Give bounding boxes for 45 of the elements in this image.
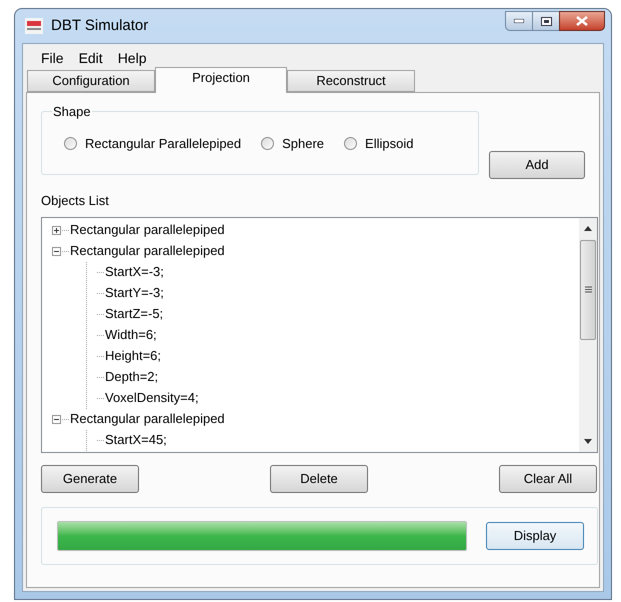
tree-item[interactable]: StartY=-3; (105, 283, 164, 303)
add-button[interactable]: Add (489, 151, 585, 179)
collapse-icon[interactable] (52, 246, 61, 256)
radio-button[interactable] (64, 137, 77, 150)
scrollbar[interactable] (579, 218, 597, 452)
menu-item[interactable]: File (35, 48, 70, 68)
tab[interactable]: Projection (155, 67, 287, 93)
tree-item[interactable]: Width=6; (105, 325, 157, 345)
radio-button[interactable] (261, 137, 274, 150)
scroll-up-icon[interactable] (584, 226, 592, 230)
tree-item[interactable]: StartZ=-5; (105, 304, 164, 324)
maximize-icon (540, 16, 552, 26)
action-button[interactable]: Delete (270, 464, 368, 492)
minimize-button[interactable] (505, 11, 533, 31)
collapse-icon[interactable] (52, 414, 61, 424)
close-button[interactable] (559, 11, 605, 31)
minimize-icon (514, 19, 524, 23)
menu-item[interactable]: Edit (72, 48, 109, 68)
tab[interactable]: Configuration (27, 70, 155, 92)
close-icon (576, 16, 588, 26)
radio-label[interactable]: Ellipsoid (365, 134, 414, 154)
radio-label[interactable]: Sphere (282, 134, 324, 154)
tree-item[interactable]: StartX=-3; (105, 262, 164, 282)
app-icon (25, 18, 43, 34)
action-button[interactable]: Generate (41, 464, 139, 492)
menu-item[interactable]: Help (112, 48, 152, 68)
tab[interactable]: Reconstruct (287, 70, 415, 92)
tree-item[interactable]: Height=6; (105, 346, 162, 366)
radio-button[interactable] (344, 137, 358, 150)
display-button[interactable]: Display (486, 522, 584, 550)
tree-item[interactable]: VoxelDensity=4; (105, 388, 199, 408)
expand-icon[interactable] (52, 226, 61, 234)
action-button[interactable]: Clear All (499, 464, 597, 492)
scroll-down-icon[interactable] (584, 438, 592, 444)
scroll-thumb[interactable] (580, 240, 596, 340)
tree-item[interactable]: Rectangular parallelepiped (70, 241, 225, 261)
radio-label[interactable]: Rectangular Parallelepiped (85, 134, 242, 154)
tree-item[interactable]: Rectangular parallelepiped (70, 220, 225, 240)
window-title: DBT Simulator (51, 16, 148, 36)
tree-item[interactable]: Depth=2; (105, 367, 158, 387)
objects-list-label: Objects List (41, 192, 110, 210)
grip-icon (584, 286, 592, 293)
maximize-button[interactable] (533, 11, 559, 31)
tree-item[interactable]: StartX=45; (105, 430, 167, 450)
tree-item[interactable]: Rectangular parallelepiped (70, 409, 225, 429)
